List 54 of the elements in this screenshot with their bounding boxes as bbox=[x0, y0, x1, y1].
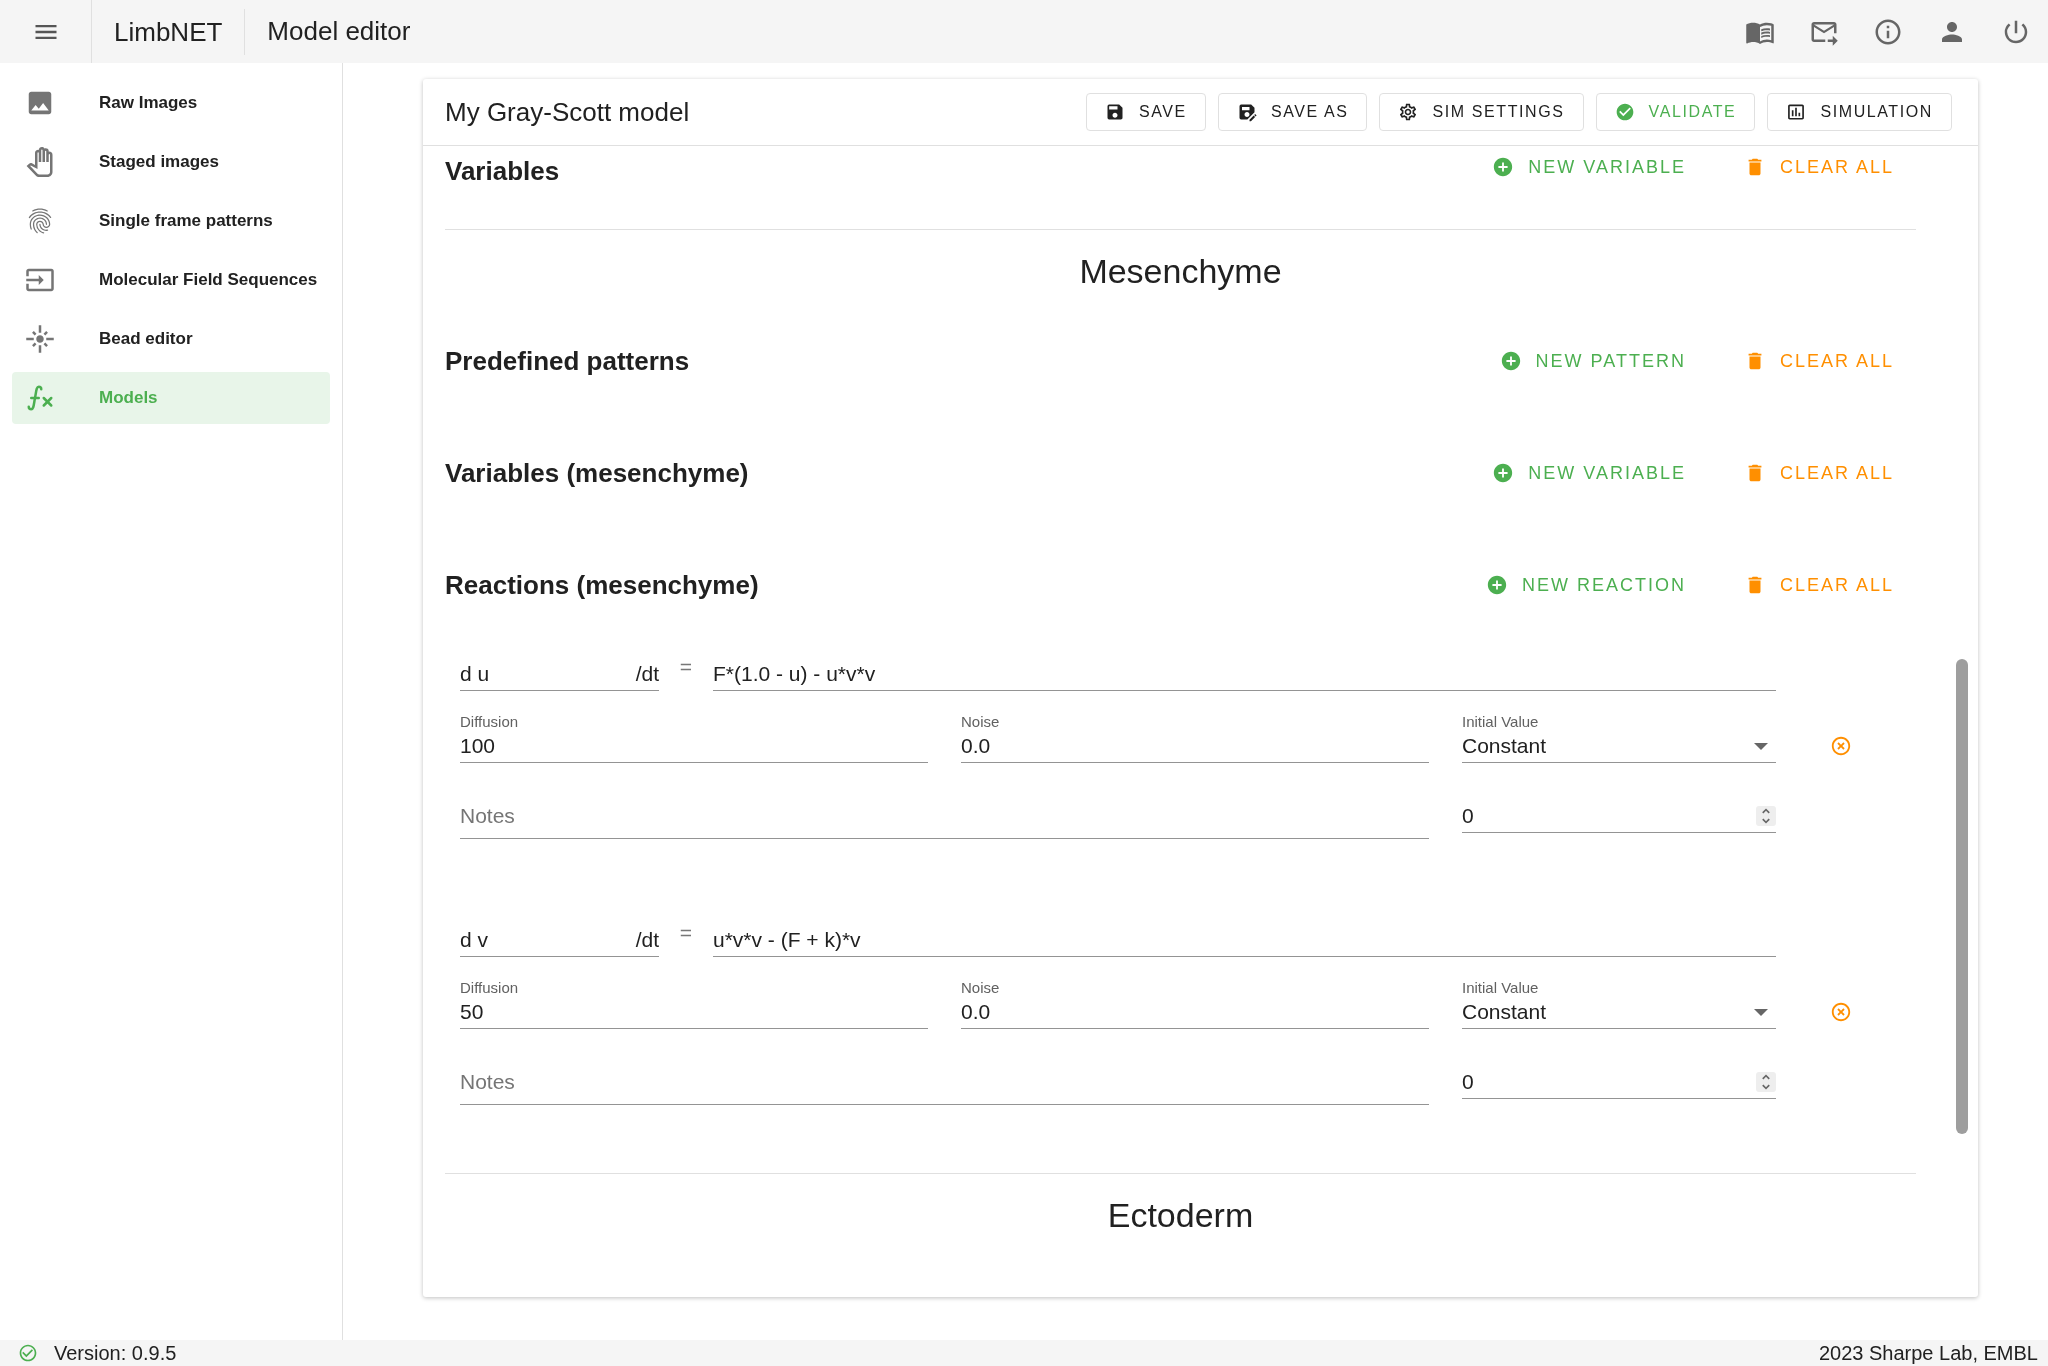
settings-icon bbox=[1398, 102, 1419, 122]
check-icon bbox=[1614, 102, 1635, 122]
page-title: Model editor bbox=[266, 16, 412, 47]
expression-field[interactable]: F*(1.0 - u) - u*v*v bbox=[713, 655, 1776, 691]
diffusion-field[interactable]: Diffusion 100 bbox=[460, 691, 928, 763]
sidebar-item[interactable]: Single frame patterns bbox=[12, 195, 330, 247]
close-icon bbox=[1830, 1001, 1852, 1023]
number-field[interactable]: 0 bbox=[1462, 763, 1776, 833]
initial-value-select[interactable]: Initial Value Constant bbox=[1462, 957, 1776, 1029]
equals-sign: = bbox=[678, 655, 694, 680]
sidebar-item[interactable]: Bead editor bbox=[12, 313, 330, 365]
sidebar-item[interactable]: Staged images bbox=[12, 136, 330, 188]
noise-field[interactable]: Noise 0.0 bbox=[961, 691, 1429, 763]
section-title: Variables (mesenchyme) bbox=[445, 457, 750, 489]
add-icon bbox=[1499, 350, 1522, 372]
dropdown-caret-icon bbox=[1754, 1008, 1768, 1016]
sidebar-item[interactable]: Raw Images bbox=[12, 77, 330, 129]
add-icon bbox=[1485, 574, 1508, 596]
variable-field[interactable]: d u /dt bbox=[460, 655, 659, 691]
function-icon bbox=[25, 383, 55, 413]
notes-field[interactable]: Notes bbox=[460, 1029, 1429, 1105]
initial-value-select[interactable]: Initial Value Constant bbox=[1462, 691, 1776, 763]
equals-sign: = bbox=[678, 921, 694, 946]
hand-icon bbox=[25, 147, 55, 177]
credit-text: 2023 Sharpe Lab, EMBL bbox=[1818, 1341, 2038, 1365]
add-icon bbox=[1492, 462, 1515, 484]
scrollbar-thumb[interactable] bbox=[1956, 659, 1968, 1134]
noise-field[interactable]: Noise 0.0 bbox=[961, 957, 1429, 1029]
version-text: Version: 0.9.5 bbox=[54, 1341, 178, 1365]
model-title: My Gray-Scott model bbox=[445, 96, 691, 128]
diffusion-field[interactable]: Diffusion 50 bbox=[460, 957, 928, 1029]
flare-icon bbox=[25, 324, 55, 354]
dropdown-caret-icon bbox=[1754, 742, 1768, 750]
number-field[interactable]: 0 bbox=[1462, 1029, 1776, 1099]
section-title: Reactions (mesenchyme) bbox=[445, 569, 760, 601]
spinner-icon bbox=[1756, 1072, 1776, 1092]
expression-field[interactable]: u*v*v - (F + k)*v bbox=[713, 921, 1776, 957]
notes-field[interactable]: Notes bbox=[460, 763, 1429, 839]
toolbar-button[interactable]: SAVE bbox=[1085, 93, 1206, 131]
spinner-icon bbox=[1756, 806, 1776, 826]
compartment-title: Ectoderm bbox=[445, 1173, 1916, 1249]
close-icon bbox=[1830, 735, 1852, 757]
section-title: Variables bbox=[445, 156, 561, 187]
toolbar-button[interactable]: SIM SETTINGS bbox=[1379, 93, 1584, 131]
compartment-title: Mesenchyme bbox=[1078, 251, 1283, 292]
variable-field[interactable]: d v /dt bbox=[460, 921, 659, 957]
check-icon bbox=[18, 1343, 38, 1363]
toolbar-button[interactable]: SIMULATION bbox=[1767, 93, 1952, 131]
sidebar-item[interactable]: Molecular Field Sequences bbox=[12, 254, 330, 306]
section-title: Predefined patterns bbox=[445, 345, 691, 377]
add-icon bbox=[1492, 156, 1515, 178]
toolbar-button[interactable]: SAVE AS bbox=[1217, 93, 1368, 131]
app-title: LimbNET bbox=[92, 8, 246, 55]
chart-icon bbox=[1786, 102, 1807, 122]
